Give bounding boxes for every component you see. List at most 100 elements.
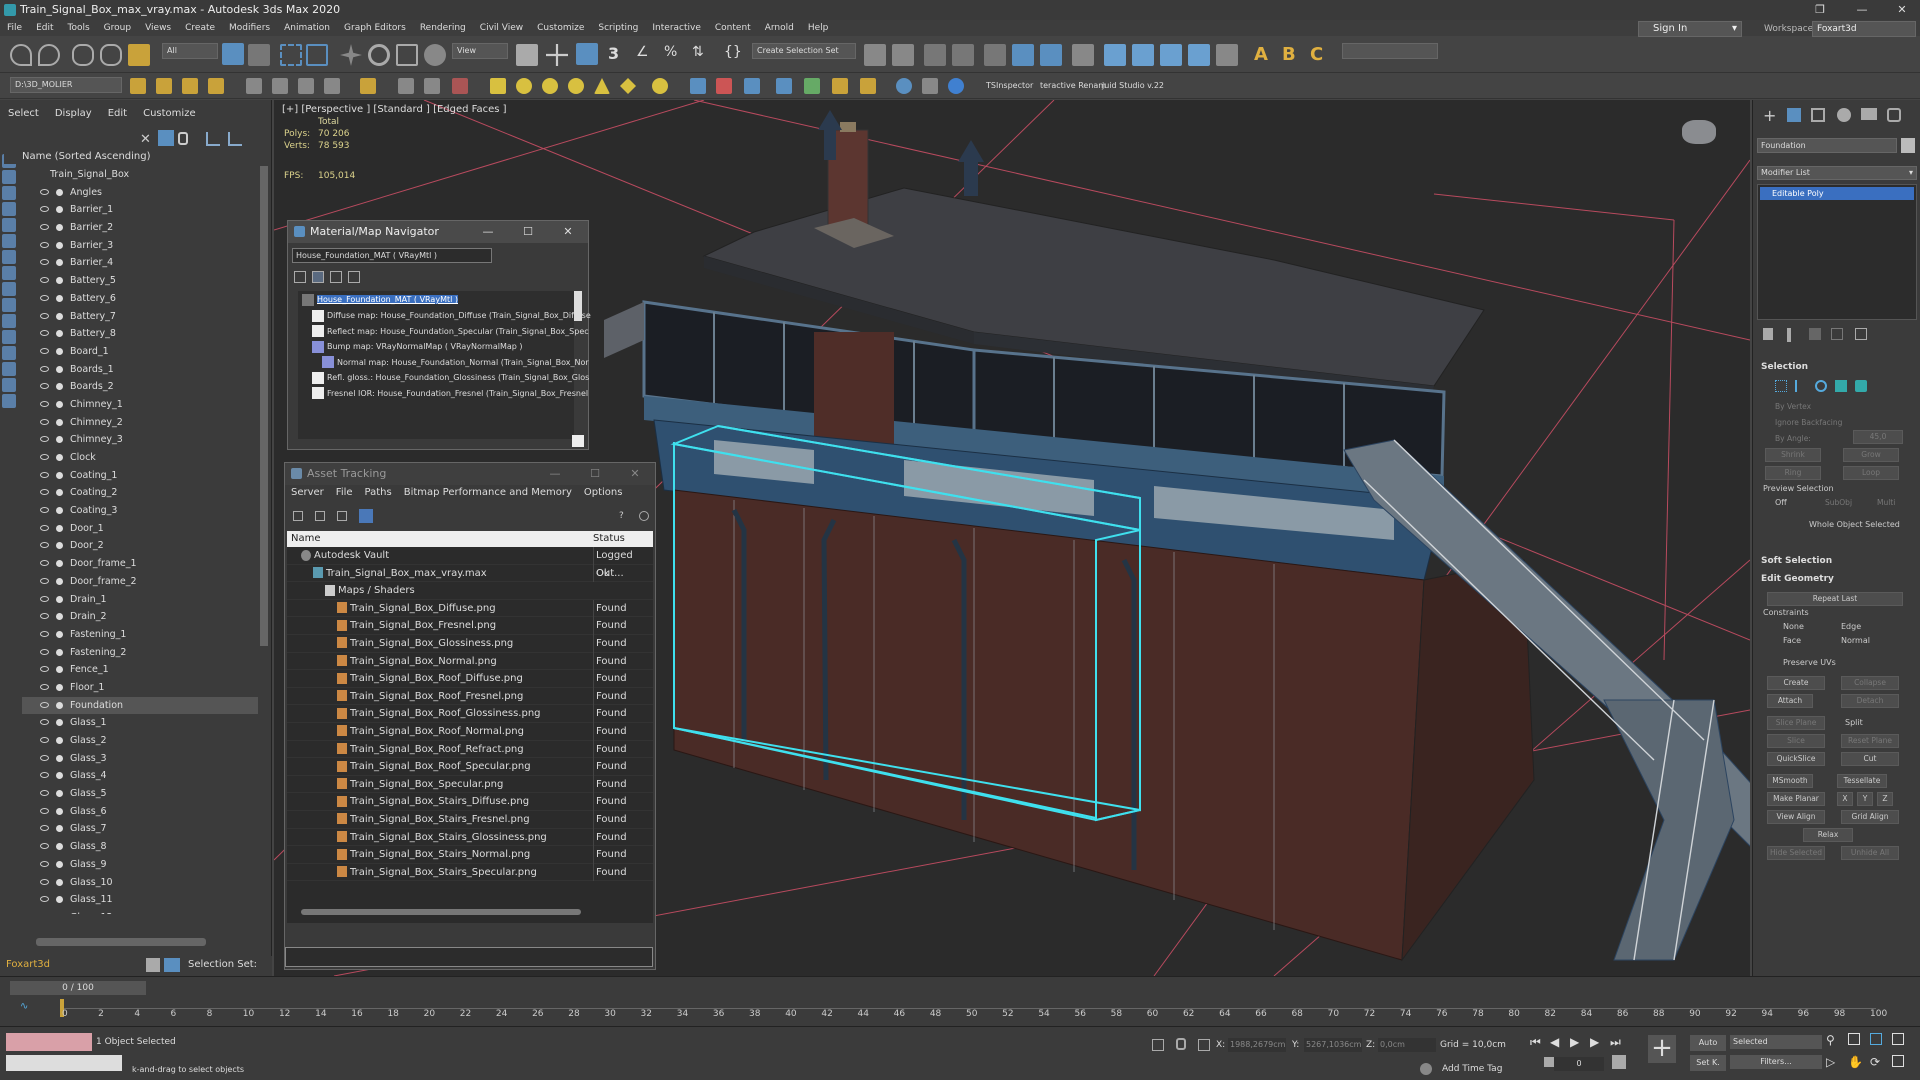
visibility-eye-icon[interactable] bbox=[40, 259, 49, 266]
visibility-eye-icon[interactable] bbox=[40, 807, 49, 814]
freeze-toggle-icon[interactable] bbox=[56, 277, 63, 285]
freeze-toggle-icon[interactable] bbox=[56, 683, 63, 691]
tool-f-icon[interactable] bbox=[398, 78, 414, 94]
next-frame-icon[interactable]: ▶ bbox=[1590, 1035, 1599, 1049]
menu-civil-view[interactable]: Civil View bbox=[473, 20, 530, 36]
preview-off-radio[interactable]: Off bbox=[1775, 498, 1787, 507]
close-icon[interactable]: ✕ bbox=[548, 221, 588, 243]
scene-tree-item[interactable]: Battery_5 bbox=[22, 272, 258, 290]
visibility-eye-icon[interactable] bbox=[40, 489, 49, 496]
scene-tree-item[interactable]: Floor_1 bbox=[22, 679, 258, 697]
collapse-button[interactable]: Collapse bbox=[1841, 676, 1899, 690]
constraint-face-radio[interactable]: Face bbox=[1783, 636, 1801, 645]
vertex-icon[interactable] bbox=[1775, 380, 1787, 392]
system-icon[interactable] bbox=[804, 78, 820, 94]
scene-tree-item[interactable]: Door_1 bbox=[22, 520, 258, 538]
by-angle-checkbox[interactable]: By Angle: bbox=[1775, 434, 1811, 443]
visibility-eye-icon[interactable] bbox=[40, 719, 49, 726]
modifier-stack-item[interactable]: Editable Poly bbox=[1760, 187, 1914, 200]
visibility-eye-icon[interactable] bbox=[40, 224, 49, 231]
rendered-frame-window-icon[interactable] bbox=[1132, 44, 1154, 66]
time-configuration-icon[interactable] bbox=[1612, 1055, 1626, 1069]
undo-icon[interactable] bbox=[10, 44, 32, 66]
scene-tree-item[interactable]: Door_frame_2 bbox=[22, 573, 258, 591]
display-filter-icon[interactable] bbox=[2, 282, 16, 296]
asset-menu-paths[interactable]: Paths bbox=[359, 485, 398, 501]
menu-customize[interactable]: Customize bbox=[530, 20, 591, 36]
soft-selection-rollout-header[interactable]: Soft Selection bbox=[1761, 556, 1832, 566]
motion-tab-icon[interactable] bbox=[1837, 108, 1851, 122]
freeze-toggle-icon[interactable] bbox=[56, 719, 63, 727]
viewcube-icon[interactable] bbox=[1682, 120, 1716, 144]
visibility-eye-icon[interactable] bbox=[40, 648, 49, 655]
scene-tree-item[interactable]: Glass_5 bbox=[22, 785, 258, 803]
scene-tree-item[interactable]: Battery_6 bbox=[22, 290, 258, 308]
asset-tool-b-icon[interactable] bbox=[315, 511, 325, 521]
freeze-toggle-icon[interactable] bbox=[56, 825, 63, 833]
material-map-row[interactable]: Reflect map: House_Foundation_Specular (… bbox=[312, 325, 589, 339]
freeze-toggle-icon[interactable] bbox=[56, 896, 63, 904]
set-key-button[interactable]: Set K. bbox=[1690, 1055, 1726, 1071]
msmooth-button[interactable]: MSmooth bbox=[1767, 774, 1813, 788]
constraint-edge-radio[interactable]: Edge bbox=[1841, 622, 1861, 631]
display-filter-icon[interactable] bbox=[2, 314, 16, 328]
percent-snap-icon[interactable]: % bbox=[664, 44, 686, 66]
spinner-snap-icon[interactable]: ⇅ bbox=[692, 44, 714, 66]
light-icon[interactable] bbox=[620, 78, 636, 94]
freeze-toggle-icon[interactable] bbox=[56, 737, 63, 744]
visibility-eye-icon[interactable] bbox=[40, 330, 49, 337]
visibility-eye-icon[interactable] bbox=[40, 347, 49, 354]
visibility-eye-icon[interactable] bbox=[40, 241, 49, 248]
asset-tool-d-icon[interactable] bbox=[359, 509, 373, 523]
freeze-toggle-icon[interactable] bbox=[56, 259, 63, 267]
visibility-eye-icon[interactable] bbox=[40, 277, 49, 284]
scene-tree-item[interactable]: Drain_1 bbox=[22, 591, 258, 609]
z-coordinate[interactable]: 0,0cm bbox=[1378, 1038, 1436, 1052]
material-editor-icon[interactable] bbox=[1072, 44, 1094, 66]
asset-row-map[interactable]: Train_Signal_Box_Roof_Diffuse.png Found bbox=[287, 670, 653, 688]
freeze-toggle-icon[interactable] bbox=[56, 701, 63, 709]
visibility-eye-icon[interactable] bbox=[40, 383, 49, 390]
freeze-toggle-icon[interactable] bbox=[56, 206, 63, 214]
script-icon[interactable] bbox=[832, 78, 848, 94]
visibility-eye-icon[interactable] bbox=[40, 418, 49, 425]
menu-edit[interactable]: Edit bbox=[29, 20, 60, 36]
column-name[interactable]: Name bbox=[291, 531, 321, 547]
material-navigator-titlebar[interactable]: Material/Map Navigator — ☐ ✕ bbox=[288, 221, 588, 243]
key-filter-dropdown[interactable]: Selected bbox=[1730, 1035, 1822, 1049]
visibility-eye-icon[interactable] bbox=[40, 471, 49, 478]
scene-tree-item[interactable]: Barrier_2 bbox=[22, 219, 258, 237]
tool-j-icon[interactable] bbox=[896, 78, 912, 94]
scene-tree-item[interactable]: Glass_1 bbox=[22, 714, 258, 732]
create-tab-icon[interactable]: + bbox=[1763, 106, 1776, 125]
torus-primitive-icon[interactable] bbox=[568, 78, 584, 94]
freeze-toggle-icon[interactable] bbox=[56, 754, 63, 762]
menu-interactive[interactable]: Interactive bbox=[645, 20, 707, 36]
freeze-toggle-icon[interactable] bbox=[56, 524, 63, 532]
freeze-toggle-icon[interactable] bbox=[56, 595, 63, 603]
current-frame-field[interactable]: 0 bbox=[1554, 1057, 1604, 1071]
element-icon[interactable] bbox=[1855, 380, 1867, 392]
mirror-icon[interactable] bbox=[864, 44, 886, 66]
maximize-icon[interactable]: ☐ bbox=[508, 221, 548, 243]
display-filter-icon[interactable] bbox=[2, 394, 16, 408]
freeze-toggle-icon[interactable] bbox=[56, 400, 63, 408]
render-setup-icon[interactable] bbox=[1104, 44, 1126, 66]
asset-row-map[interactable]: Train_Signal_Box_Roof_Refract.png Found bbox=[287, 740, 653, 759]
modifier-list-dropdown[interactable]: Modifier List ▾ bbox=[1757, 166, 1917, 180]
display-filter-icon[interactable] bbox=[2, 250, 16, 264]
project-path-dropdown[interactable]: D:\3D_MOLIER bbox=[10, 77, 122, 93]
scene-tree-item[interactable]: Battery_8 bbox=[22, 325, 258, 343]
display-filter-icon[interactable] bbox=[2, 234, 16, 248]
helper-icon[interactable] bbox=[716, 78, 732, 94]
menu-file[interactable]: File bbox=[0, 20, 29, 36]
maxscript-input[interactable] bbox=[6, 1055, 122, 1071]
visibility-eye-icon[interactable] bbox=[40, 524, 49, 531]
space-warp-icon[interactable] bbox=[776, 78, 792, 94]
time-tag-icon[interactable] bbox=[1420, 1063, 1432, 1075]
zoom-icon[interactable]: ⚲ bbox=[1826, 1033, 1835, 1047]
scene-tree-item[interactable]: Angles bbox=[22, 184, 258, 202]
freeze-toggle-icon[interactable] bbox=[56, 489, 63, 497]
scene-tree-item[interactable]: Coating_2 bbox=[22, 484, 258, 502]
freeze-toggle-icon[interactable] bbox=[56, 542, 63, 550]
